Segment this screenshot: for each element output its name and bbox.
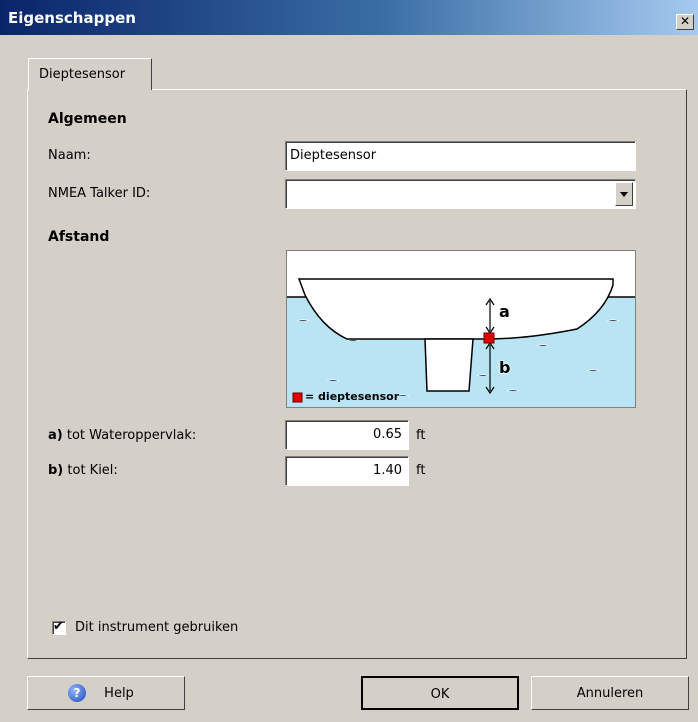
waterline-unit: ft	[416, 428, 426, 443]
section-general-heading: Algemeen	[48, 111, 127, 127]
boat-keel	[424, 338, 474, 392]
use-instrument-checkbox[interactable]: ✔	[52, 619, 66, 635]
help-button[interactable]: ? Help	[27, 676, 185, 710]
checkmark-icon: ✔	[53, 619, 64, 634]
keel-unit: ft	[416, 463, 426, 478]
keel-label-text: tot Kiel:	[67, 463, 118, 478]
legend-label: = dieptesensor	[305, 390, 400, 403]
use-instrument-label[interactable]: Dit instrument gebruiken	[75, 620, 238, 635]
talker-id-select[interactable]	[285, 179, 636, 209]
cancel-button-label: Annuleren	[576, 686, 644, 701]
name-field-value: Dieptesensor	[290, 148, 377, 163]
keel-distance-field[interactable]: 1.40	[285, 456, 409, 486]
waterline-prefix: a)	[48, 428, 63, 443]
waterline-distance-value: 0.65	[373, 427, 402, 442]
waterline-label: a) tot Wateroppervlak:	[48, 428, 196, 443]
legend-sensor-swatch	[292, 392, 303, 403]
boat-hull-illustration	[287, 251, 635, 403]
ok-button[interactable]: OK	[361, 676, 519, 710]
close-icon[interactable]: ✕	[676, 14, 694, 30]
marker-b-label: b	[499, 358, 511, 377]
title-bar: Eigenschappen ✕	[0, 0, 698, 35]
keel-label: b) tot Kiel:	[48, 463, 118, 478]
sensor-marker	[483, 332, 495, 344]
name-field[interactable]: Dieptesensor	[285, 141, 636, 171]
waterline-label-text: tot Wateroppervlak:	[66, 428, 197, 443]
tab-dieptesensor[interactable]: Dieptesensor	[28, 58, 152, 90]
tab-label: Dieptesensor	[39, 67, 126, 82]
chevron-down-icon[interactable]	[615, 182, 633, 206]
window-title: Eigenschappen	[8, 9, 136, 27]
section-distance-heading: Afstand	[48, 229, 110, 245]
help-button-label: Help	[104, 686, 134, 701]
cancel-button[interactable]: Annuleren	[531, 676, 689, 710]
waterline-distance-field[interactable]: 0.65	[285, 420, 409, 450]
name-label: Naam:	[48, 148, 91, 163]
depth-sensor-diagram: a b = dieptesensor	[286, 250, 636, 408]
talker-id-label: NMEA Talker ID:	[48, 186, 151, 201]
marker-a-label: a	[499, 302, 510, 321]
keel-distance-value: 1.40	[373, 463, 402, 478]
keel-prefix: b)	[48, 463, 64, 478]
boat-hull	[297, 278, 614, 340]
ok-button-label: OK	[430, 687, 450, 702]
